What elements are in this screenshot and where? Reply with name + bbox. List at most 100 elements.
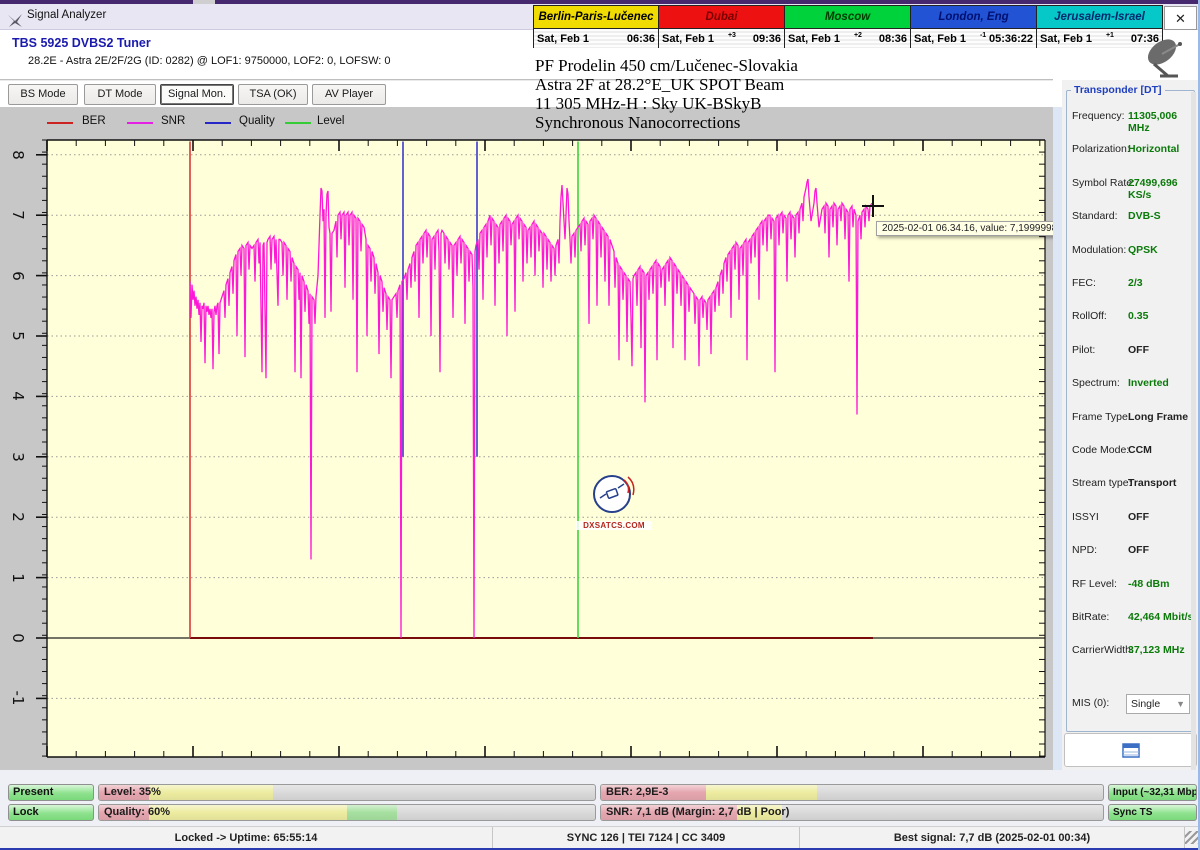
y-axis-tick-label: 2 [9, 512, 27, 522]
legend-label-level: Level [317, 115, 345, 127]
clock-date: Sat, Feb 1 [662, 32, 714, 45]
legend-swatch-quality [205, 122, 231, 124]
clock-time: 05:36:22 [988, 32, 1033, 45]
clock-time-row: Sat, Feb 1 +3 09:36 [659, 29, 784, 48]
y-axis-tick-label: 5 [9, 331, 27, 341]
toolbar-button-tsa-ok-[interactable]: TSA (OK) [238, 84, 308, 105]
meter-snr: SNR: 7,1 dB (Margin: 2,7 dB | Poor) [600, 804, 1104, 821]
table-icon [1121, 742, 1140, 758]
transponder-value: DVB-S [1128, 210, 1161, 223]
world-clocks: Berlin-Paris-Lučenec Sat, Feb 1 06:36 Dubai… [533, 5, 1163, 48]
transponder-label: Frequency: [1072, 110, 1125, 122]
clock-time: 06:36 [626, 32, 655, 45]
y-axis-tick-label: 1 [9, 572, 27, 583]
transponder-label: ISSYI [1072, 510, 1099, 523]
mis-value: Single [1131, 698, 1161, 710]
mis-select[interactable]: Single ▼ [1126, 694, 1190, 714]
legend-label-quality: Quality [239, 115, 275, 127]
transponder-list-button[interactable] [1064, 733, 1197, 767]
y-axis-tick-label: -1 [9, 690, 27, 706]
transponder-label: Symbol Rate: [1072, 176, 1136, 189]
clock-time-row: Sat, Feb 1 +2 08:36 [785, 29, 910, 48]
meter-quality: Quality: 60% [98, 804, 596, 821]
transponder-value: Long Frame [1128, 410, 1189, 423]
clock-utc-offset: +1 [1105, 32, 1114, 39]
clock-city-name: Dubai [659, 6, 784, 29]
resize-grip-icon[interactable] [1185, 831, 1198, 844]
toolbar-button-dt-mode[interactable]: DT Mode [84, 84, 156, 105]
transponder-label: Standard: [1072, 210, 1118, 223]
transponder-label: CarrierWidth: [1072, 644, 1134, 657]
toolbar-button-signal-mon-[interactable]: Signal Mon. [160, 84, 234, 105]
clock-utc-offset: +3 [727, 32, 736, 39]
transponder-label: Polarization: [1072, 143, 1130, 156]
meter-segment-yellow [148, 805, 347, 820]
transponder-label: Code Mode: [1072, 444, 1130, 456]
clock-time: 08:36 [878, 32, 907, 45]
transponder-label: Spectrum: [1072, 377, 1120, 390]
snr-series-line [189, 178, 873, 639]
annotation-line: 11 305 MHz-H : Sky UK-BSkyB [535, 94, 762, 113]
transponder-value: OFF [1128, 544, 1149, 557]
meter-label: SNR: 7,1 dB (Margin: 2,7 dB | Poor) [606, 806, 790, 818]
transponder-title: Transponder [DT] [1071, 84, 1165, 96]
app-dish-icon [8, 14, 22, 27]
transponder-value: CCM [1128, 444, 1152, 456]
transponder-value: 0.35 [1128, 310, 1149, 323]
legend-swatch-ber [47, 122, 73, 124]
transponder-value: OFF [1128, 510, 1149, 523]
meter-label: BER: 2,9E-3 [606, 786, 669, 798]
annotation-line: Astra 2F at 28.2°E_UK SPOT Beam [535, 75, 785, 94]
legend-swatch-level [285, 122, 311, 124]
meter-level: Level: 35% [98, 784, 596, 801]
legend-swatch-snr [127, 122, 153, 124]
signal-analyzer-window: Signal Analyzer TBS 5925 DVBS2 Tuner 28.… [0, 0, 1200, 850]
transponder-label: BitRate: [1072, 611, 1110, 623]
dxsatcs-emblem-icon [593, 475, 635, 513]
clock-date: Sat, Feb 1 [788, 32, 840, 45]
close-button[interactable]: ✕ [1164, 6, 1197, 30]
transponder-label: NPD: [1072, 544, 1098, 557]
clock-city-name: London, Eng [911, 6, 1036, 29]
legend-label-snr: SNR [161, 115, 186, 127]
clock-date: Sat, Feb 1 [914, 32, 966, 45]
clock-time: 09:36 [752, 32, 781, 45]
y-axis-tick-label: 3 [9, 452, 27, 462]
clock-dubai: Dubai Sat, Feb 1 +3 09:36 [659, 5, 785, 48]
clock-time-row: Sat, Feb 1 -1 05:36:22 [911, 29, 1036, 48]
transponder-label: FEC: [1072, 277, 1096, 289]
transponder-value: 27499,696 KS/s [1128, 176, 1178, 201]
transponder-label: Frame Type: [1072, 410, 1131, 423]
chevron-down-icon: ▼ [1176, 699, 1185, 709]
statusbar-cell: SYNC 126 | TEI 7124 | CC 3409 [493, 827, 800, 849]
toolbar-button-av-player[interactable]: AV Player [312, 84, 386, 105]
satellite-dish-icon [1147, 39, 1182, 78]
transponder-value: 42,464 Mbit/s [1128, 611, 1194, 623]
y-axis-tick-label: 8 [9, 150, 27, 160]
panel-splitter[interactable] [1053, 107, 1062, 770]
transponder-label: Pilot: [1072, 343, 1096, 356]
transponder-label: RF Level: [1072, 577, 1117, 590]
statusbar-cell: Locked -> Uptime: 65:55:14 [0, 827, 493, 849]
transponder-value: -48 dBm [1128, 577, 1170, 590]
transponder-label: Stream type: [1072, 477, 1132, 490]
clock-utc-offset: -1 [979, 32, 987, 39]
y-axis-tick-label: 6 [9, 270, 27, 281]
meter-ber: BER: 2,9E-3 [600, 784, 1104, 801]
clock-time-row: Sat, Feb 1 06:36 [534, 29, 658, 48]
transponder-value: 2/3 [1128, 277, 1143, 289]
panel-scrollbar[interactable] [1191, 92, 1196, 776]
tuner-title: TBS 5925 DVBS2 Tuner [12, 36, 151, 50]
clock-city-name: Berlin-Paris-Lučenec [534, 6, 658, 29]
legend-label-ber: BER [82, 115, 106, 127]
indicator-present: Present [8, 784, 94, 801]
toolbar-button-bs-mode[interactable]: BS Mode [8, 84, 78, 105]
clock-date: Sat, Feb 1 [537, 32, 589, 45]
transponder-value: 37,123 MHz [1128, 644, 1185, 657]
transponder-value: Inverted [1128, 377, 1169, 390]
meter-segment-green [346, 805, 397, 820]
indicator-input: Input (~32,31 Mbps) [1108, 784, 1197, 801]
status-bar: Locked -> Uptime: 65:55:14 SYNC 126 | TEI… [0, 826, 1198, 849]
meter-label: Quality: 60% [104, 806, 171, 818]
transponder-label: RollOff: [1072, 310, 1107, 323]
